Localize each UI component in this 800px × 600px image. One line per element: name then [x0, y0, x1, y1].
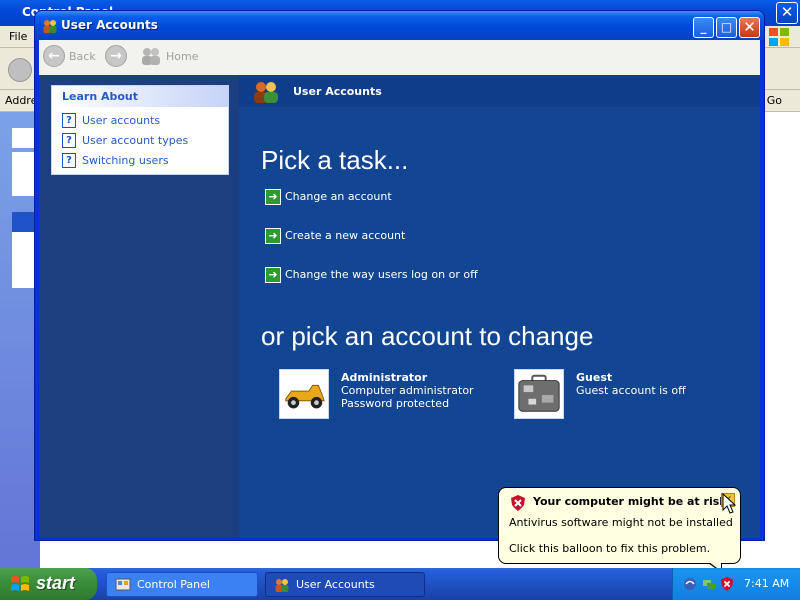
green-arrow-icon: ➜	[265, 228, 281, 244]
green-arrow-icon: ➜	[265, 267, 281, 283]
system-tray: 7:41 AM	[672, 568, 800, 600]
taskbar-button-user-accounts[interactable]: User Accounts	[265, 572, 425, 597]
menu-file[interactable]: File	[9, 30, 27, 43]
taskbar-button-label: Control Panel	[137, 578, 210, 591]
mouse-cursor-icon	[722, 493, 736, 514]
connection-icon[interactable]	[702, 577, 716, 591]
green-arrow-icon: ➜	[265, 189, 281, 205]
forward-arrow-icon[interactable]: →	[105, 45, 127, 67]
maximize-button[interactable]: □	[716, 17, 737, 38]
pick-a-task-heading: Pick a task...	[261, 145, 409, 175]
taskbar-button-label: User Accounts	[296, 578, 375, 591]
navigation-bar: ← Back → Home	[39, 40, 760, 75]
security-shield-icon	[511, 495, 525, 511]
task-label: Change the way users log on or off	[285, 268, 478, 281]
security-balloon[interactable]: Your computer might be at risk ✕ Antivir…	[498, 487, 741, 564]
back-button[interactable]: Back	[69, 50, 96, 63]
network-icon[interactable]	[683, 577, 697, 591]
start-label: start	[36, 573, 76, 593]
pick-account-heading: or pick an account to change	[261, 321, 594, 351]
account-type: Computer administrator	[341, 384, 474, 397]
user-accounts-window: User Accounts _ □ ✕ ← Back → Home Learn …	[34, 10, 765, 541]
window-title: User Accounts	[61, 18, 158, 32]
user-accounts-icon	[254, 82, 278, 103]
security-shield-icon[interactable]	[720, 577, 734, 591]
taskbar: start Control Panel User Accounts 7:41 A…	[0, 568, 800, 600]
balloon-message: Antivirus software might not be installe…	[509, 516, 733, 529]
learn-about-heading: Learn About	[52, 86, 228, 107]
close-button[interactable]: ✕	[739, 17, 760, 38]
suitcase-icon	[514, 369, 564, 419]
learn-item-label: User accounts	[82, 114, 161, 127]
control-panel-icon	[115, 578, 131, 591]
header-title: User Accounts	[293, 85, 382, 98]
account-name: Guest	[576, 371, 613, 384]
windows-logo-icon	[11, 576, 29, 591]
user-accounts-titlebar[interactable]: User Accounts _ □ ✕	[35, 11, 764, 40]
learn-about-panel: Learn About ? User accounts ? User accou…	[51, 85, 229, 175]
clock[interactable]: 7:41 AM	[744, 577, 789, 590]
minimize-button[interactable]: _	[693, 17, 714, 38]
left-pane: Learn About ? User accounts ? User accou…	[39, 75, 239, 538]
race-car-icon	[279, 369, 329, 419]
control-panel-back-icon[interactable]	[8, 58, 32, 82]
balloon-title: Your computer might be at risk	[533, 495, 727, 508]
task-label: Create a new account	[285, 229, 406, 242]
go-button[interactable]: Go	[767, 94, 782, 107]
window-body: Learn About ? User accounts ? User accou…	[39, 75, 760, 538]
account-guest[interactable]: Guest Guest account is off	[514, 369, 714, 421]
balloon-instruction: Click this balloon to fix this problem.	[509, 542, 711, 555]
user-accounts-icon	[43, 20, 57, 33]
help-icon: ?	[62, 133, 76, 148]
help-icon: ?	[62, 113, 76, 128]
task-label: Change an account	[285, 190, 392, 203]
control-panel-close-button[interactable]: ✕	[776, 2, 798, 24]
account-status: Guest account is off	[576, 384, 686, 397]
account-administrator[interactable]: Administrator Computer administrator Pas…	[279, 369, 479, 421]
learn-item-label: Switching users	[82, 154, 169, 167]
main-pane: User Accounts Pick a task... ➜ Change an…	[239, 75, 760, 538]
taskbar-button-control-panel[interactable]: Control Panel	[106, 572, 258, 597]
windows-logo-icon	[769, 28, 789, 46]
main-header: User Accounts	[239, 75, 760, 107]
account-password-status: Password protected	[341, 397, 450, 410]
learn-item-label: User account types	[82, 134, 189, 147]
start-button[interactable]: start	[0, 568, 97, 600]
account-name: Administrator	[341, 371, 428, 384]
help-icon: ?	[62, 153, 76, 168]
back-arrow-icon[interactable]: ←	[43, 45, 65, 67]
home-button[interactable]: Home	[166, 50, 198, 63]
user-accounts-icon	[275, 579, 289, 592]
home-icon[interactable]	[139, 46, 163, 66]
